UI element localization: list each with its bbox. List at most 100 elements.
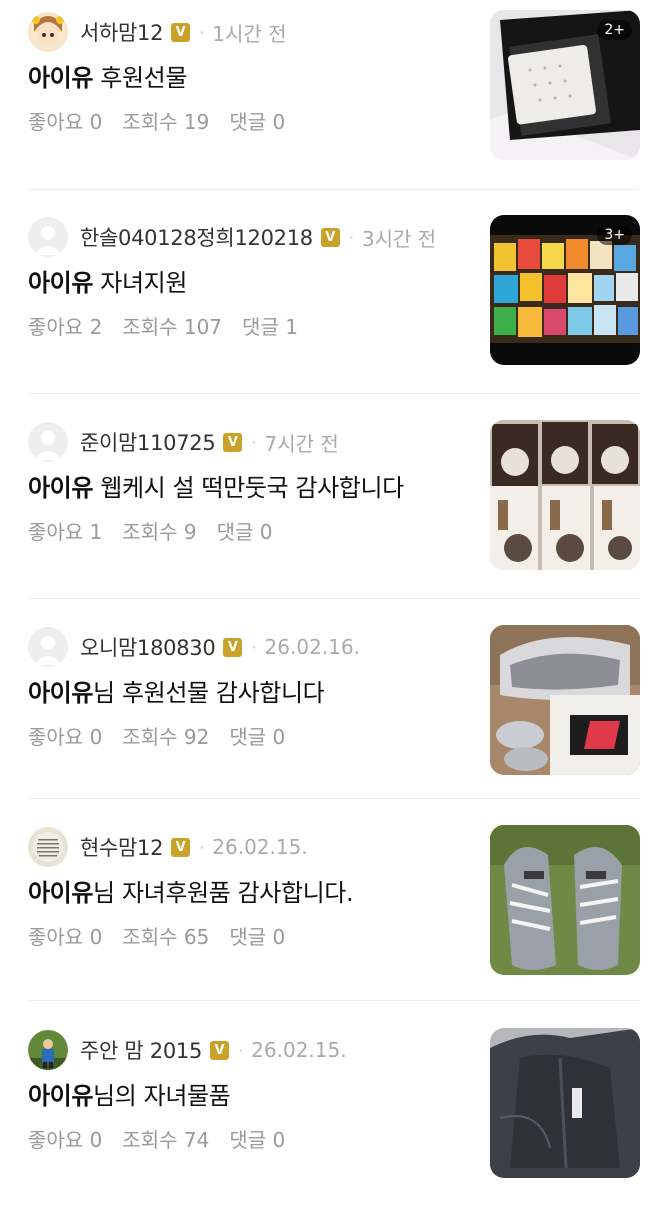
likes-count: 0: [89, 110, 103, 134]
likes-count: 1: [89, 520, 103, 544]
views-label: 조회수: [122, 315, 178, 339]
author-nickname[interactable]: 오니맘180830: [80, 632, 216, 662]
post-meta: 서하맘12 V · 1시간 전: [28, 12, 287, 52]
views-count: 92: [183, 725, 210, 749]
comments-label: 댓글: [229, 725, 267, 749]
divider: [28, 798, 639, 799]
post-title[interactable]: 아이유님 자녀후원품 감사합니다.: [28, 873, 354, 908]
separator-dot: ·: [199, 837, 205, 857]
avatar[interactable]: [28, 627, 68, 667]
title-text: 웹케시 설 떡만둣국 감사합니다: [93, 474, 404, 502]
verified-badge-icon: V: [171, 22, 191, 42]
likes-label: 좋아요: [28, 925, 84, 949]
title-text: 님 후원선물 감사합니다: [93, 679, 325, 707]
post-time: 26.02.15.: [251, 1038, 347, 1062]
divider: [28, 598, 639, 599]
post-time: 1시간 전: [212, 21, 287, 46]
post-stats: 좋아요 0 조회수 19 댓글 0: [28, 106, 285, 135]
post-stats: 좋아요 2 조회수 107 댓글 1: [28, 311, 298, 340]
post-time: 26.02.16.: [264, 635, 360, 659]
author-nickname[interactable]: 현수맘12: [80, 832, 163, 862]
comments-count: 0: [272, 110, 286, 134]
post-stats: 좋아요 0 조회수 92 댓글 0: [28, 721, 285, 750]
post-title[interactable]: 아이유 웹케시 설 떡만둣국 감사합니다: [28, 468, 404, 503]
likes-label: 좋아요: [28, 315, 84, 339]
likes-label: 좋아요: [28, 110, 84, 134]
comments-label: 댓글: [229, 925, 267, 949]
title-keyword: 아이유: [28, 879, 94, 907]
title-keyword: 아이유: [28, 679, 94, 707]
verified-badge-icon: V: [223, 432, 243, 452]
comments-count: 0: [272, 1128, 286, 1152]
post-item[interactable]: 서하맘12 V · 1시간 전 아이유 후원선물 좋아요 0 조회수 19 댓글 0…: [0, 0, 667, 205]
post-time: 7시간 전: [264, 431, 339, 456]
post-thumbnail[interactable]: [490, 825, 640, 975]
post-item[interactable]: 주안 맘 2015 V · 26.02.15. 아이유님의 자녀물품 좋아요 0…: [0, 1018, 667, 1223]
post-item[interactable]: 현수맘12 V · 26.02.15. 아이유님 자녀후원품 감사합니다. 좋아…: [0, 815, 667, 1020]
separator-dot: ·: [348, 227, 354, 247]
author-nickname[interactable]: 한솔040128정희120218: [80, 222, 313, 252]
title-keyword: 아이유: [28, 64, 94, 92]
post-title[interactable]: 아이유 자녀지원: [28, 263, 187, 298]
likes-count: 2: [89, 315, 103, 339]
comments-count: 0: [259, 520, 273, 544]
post-time: 26.02.15.: [212, 835, 308, 859]
separator-dot: ·: [238, 1040, 244, 1060]
likes-count: 0: [89, 725, 103, 749]
views-label: 조회수: [122, 520, 178, 544]
title-text: 자녀지원: [93, 269, 187, 297]
post-thumbnail[interactable]: 2+: [490, 10, 640, 160]
divider: [28, 189, 639, 190]
author-nickname[interactable]: 준이맘110725: [80, 427, 216, 457]
post-item[interactable]: 한솔040128정희120218 V · 3시간 전 아이유 자녀지원 좋아요 …: [0, 205, 667, 410]
avatar[interactable]: [28, 217, 68, 257]
divider: [28, 1000, 639, 1001]
verified-badge-icon: V: [223, 637, 243, 657]
title-text: 후원선물: [93, 64, 187, 92]
post-stats: 좋아요 0 조회수 74 댓글 0: [28, 1124, 285, 1153]
views-count: 107: [183, 315, 223, 339]
post-meta: 현수맘12 V · 26.02.15.: [28, 827, 308, 867]
post-item[interactable]: 준이맘110725 V · 7시간 전 아이유 웹케시 설 떡만둣국 감사합니다…: [0, 410, 667, 615]
separator-dot: ·: [199, 22, 205, 42]
verified-badge-icon: V: [320, 227, 340, 247]
title-text: 님의 자녀물품: [93, 1082, 231, 1110]
comments-label: 댓글: [229, 1128, 267, 1152]
jacket-photo-icon: [490, 1028, 640, 1178]
image-count-badge: 2+: [597, 20, 632, 40]
author-nickname[interactable]: 주안 맘 2015: [80, 1035, 202, 1065]
post-meta: 준이맘110725 V · 7시간 전: [28, 422, 339, 462]
post-meta: 한솔040128정희120218 V · 3시간 전: [28, 217, 436, 257]
views-count: 65: [183, 925, 210, 949]
views-label: 조회수: [122, 110, 178, 134]
avatar[interactable]: [28, 422, 68, 462]
avatar[interactable]: [28, 827, 68, 867]
author-nickname[interactable]: 서하맘12: [80, 17, 163, 47]
post-thumbnail[interactable]: [490, 625, 640, 775]
post-meta: 주안 맘 2015 V · 26.02.15.: [28, 1030, 347, 1070]
post-thumbnail[interactable]: [490, 420, 640, 570]
post-thumbnail[interactable]: 3+: [490, 215, 640, 365]
likes-count: 0: [89, 1128, 103, 1152]
views-count: 9: [183, 520, 197, 544]
likes-label: 좋아요: [28, 1128, 84, 1152]
post-item[interactable]: 오니맘180830 V · 26.02.16. 아이유님 후원선물 감사합니다 …: [0, 615, 667, 820]
post-stats: 좋아요 1 조회수 9 댓글 0: [28, 516, 273, 545]
post-thumbnail[interactable]: [490, 1028, 640, 1178]
post-title[interactable]: 아이유님 후원선물 감사합니다: [28, 673, 325, 708]
avatar[interactable]: [28, 12, 68, 52]
comments-label: 댓글: [242, 315, 279, 339]
views-label: 조회수: [122, 925, 178, 949]
comments-count: 0: [272, 725, 286, 749]
post-title[interactable]: 아이유님의 자녀물품: [28, 1076, 231, 1111]
food-packages-photo-icon: [490, 420, 640, 570]
views-count: 19: [183, 110, 210, 134]
post-title[interactable]: 아이유 후원선물: [28, 58, 187, 93]
sneakers-photo-icon: [490, 825, 640, 975]
comments-count: 0: [272, 925, 286, 949]
shoes-box-photo-icon: [490, 625, 640, 775]
avatar[interactable]: [28, 1030, 68, 1070]
views-count: 74: [183, 1128, 210, 1152]
title-text: 님 자녀후원품 감사합니다.: [93, 879, 354, 907]
likes-count: 0: [89, 925, 103, 949]
